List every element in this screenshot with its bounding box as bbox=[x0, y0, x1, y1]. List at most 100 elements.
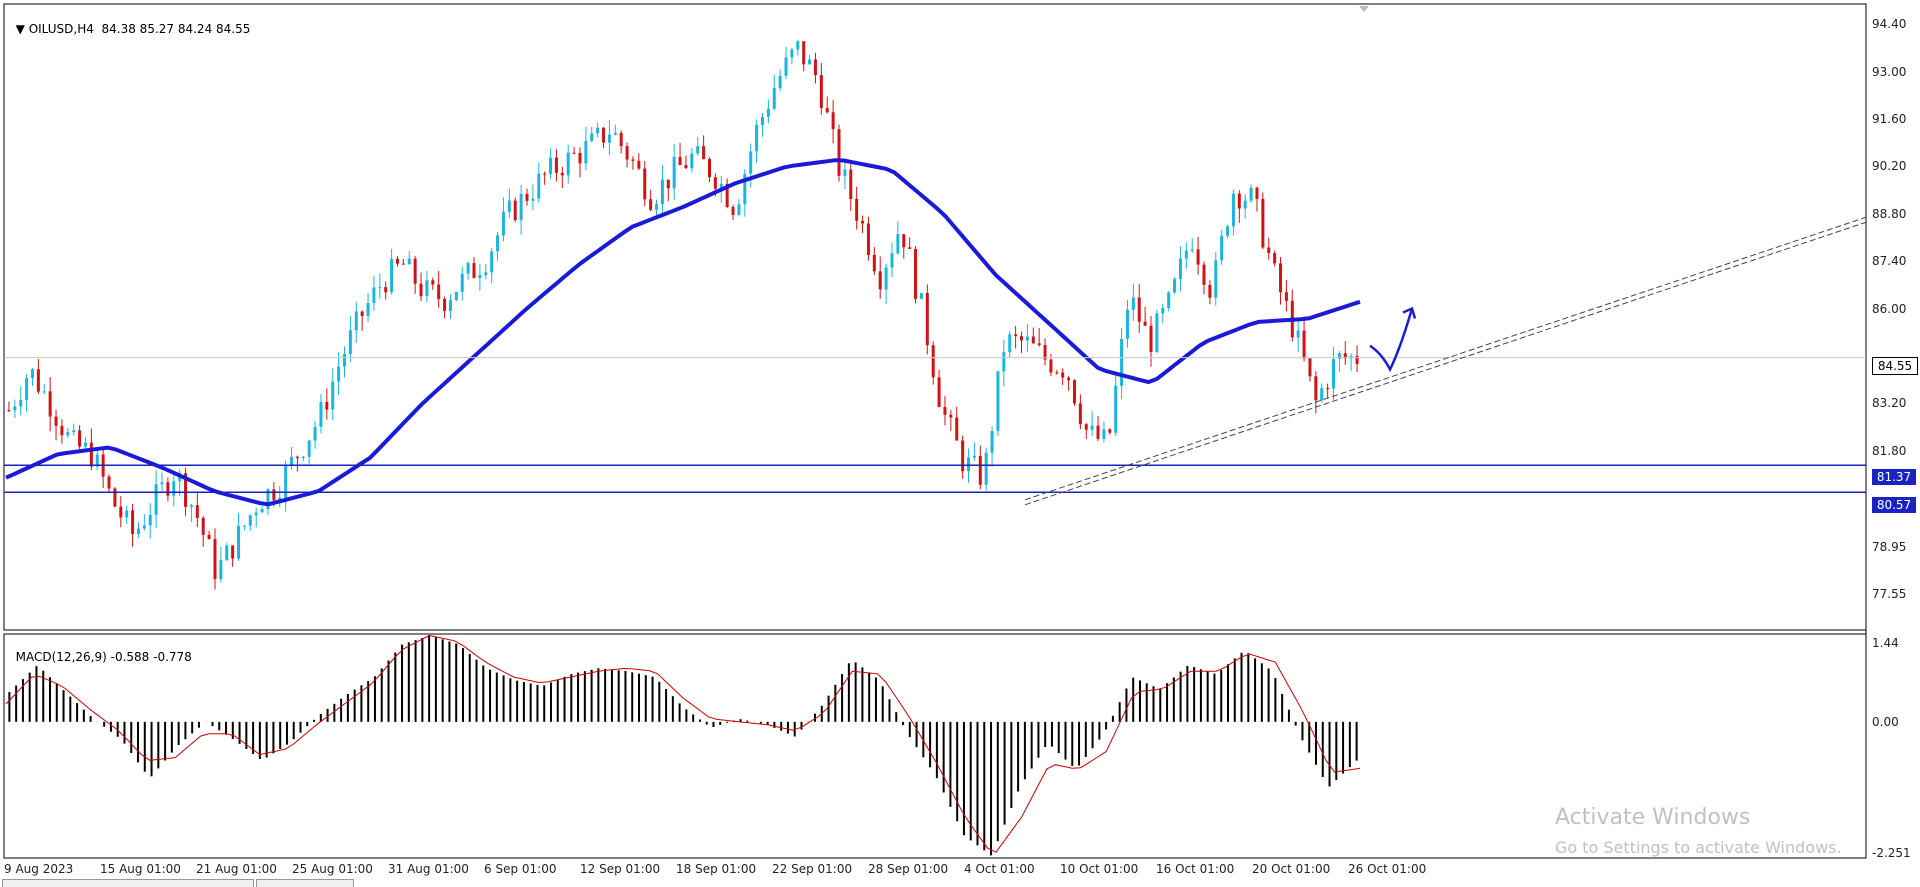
candle-body bbox=[549, 157, 553, 175]
candle-body bbox=[1178, 258, 1182, 280]
candle-body bbox=[348, 330, 352, 354]
candle-body bbox=[360, 311, 364, 317]
candle-body bbox=[1020, 336, 1023, 341]
collapse-triangle-icon[interactable]: ▼ bbox=[16, 22, 29, 36]
time-tick-label: 31 Aug 01:00 bbox=[388, 862, 469, 876]
candle-body bbox=[684, 164, 688, 169]
candle-body bbox=[1214, 260, 1218, 298]
candle-body bbox=[784, 57, 788, 76]
candle-body bbox=[760, 116, 764, 125]
time-tick-label: 6 Sep 01:00 bbox=[484, 862, 557, 876]
candle-body bbox=[1067, 377, 1071, 381]
candle-body bbox=[731, 206, 735, 215]
candle-body bbox=[819, 75, 823, 109]
level-tag-2: 80.57 bbox=[1872, 497, 1916, 513]
candle-body bbox=[448, 300, 452, 311]
candle-body bbox=[260, 509, 264, 513]
candle-body bbox=[119, 506, 123, 518]
symbol-label: OILUSD,H4 bbox=[28, 22, 94, 36]
candle-body bbox=[1002, 352, 1006, 372]
candle-body bbox=[313, 426, 317, 441]
candle-body bbox=[666, 179, 670, 189]
candle-body bbox=[961, 440, 965, 472]
candle-body bbox=[290, 456, 294, 466]
candle-body bbox=[160, 482, 164, 485]
price-tick-label: 90.20 bbox=[1872, 159, 1907, 174]
candle-body bbox=[1055, 372, 1059, 374]
candle-body bbox=[1243, 200, 1247, 209]
candle-body bbox=[1102, 429, 1106, 439]
candle-body bbox=[1084, 424, 1088, 430]
candle-body bbox=[501, 211, 505, 236]
price-tick-label: 91.60 bbox=[1872, 112, 1907, 127]
macd-header: MACD(12,26,9) -0.588 -0.778 bbox=[8, 636, 192, 664]
price-chart[interactable] bbox=[0, 0, 1920, 886]
candle-body bbox=[766, 108, 770, 117]
candle-body bbox=[919, 292, 923, 299]
candle-body bbox=[1061, 372, 1065, 378]
candle-body bbox=[131, 510, 135, 535]
time-tick-label: 22 Sep 01:00 bbox=[772, 862, 853, 876]
candle-body bbox=[737, 204, 741, 215]
candle-body bbox=[25, 378, 29, 400]
candle-body bbox=[1090, 425, 1094, 430]
time-tick-label: 9 Aug 2023 bbox=[4, 862, 74, 876]
candle-body bbox=[1025, 336, 1029, 341]
candle-body bbox=[42, 391, 46, 393]
candle-body bbox=[914, 248, 918, 299]
candle-body bbox=[219, 560, 223, 580]
price-tick-label: 78.95 bbox=[1872, 540, 1907, 555]
candle-body bbox=[272, 489, 276, 501]
symbol-header: ▼ OILUSD,H4 84.38 85.27 84.24 84.55 bbox=[8, 8, 251, 36]
price-tick-label: 83.20 bbox=[1872, 396, 1907, 411]
candle-body bbox=[584, 140, 588, 164]
macd-tick-label: 0.00 bbox=[1872, 714, 1899, 729]
candle-body bbox=[843, 169, 847, 176]
candle-body bbox=[778, 75, 782, 89]
candle-body bbox=[1008, 334, 1012, 353]
candle-body bbox=[60, 425, 64, 436]
candle-body bbox=[331, 381, 335, 410]
candle-body bbox=[878, 271, 882, 290]
candle-body bbox=[902, 234, 906, 248]
candle-body bbox=[1137, 297, 1141, 322]
candle-body bbox=[1326, 388, 1330, 390]
candle-body bbox=[802, 41, 806, 65]
candle-body bbox=[66, 432, 70, 436]
candle-body bbox=[519, 193, 523, 221]
candle-body bbox=[36, 369, 40, 392]
candle-body bbox=[437, 284, 441, 300]
macd-tick-label: 1.44 bbox=[1872, 636, 1899, 650]
candle-body bbox=[1072, 380, 1076, 404]
time-tick-label: 26 Oct 01:00 bbox=[1348, 862, 1427, 876]
candle-body bbox=[172, 481, 176, 496]
price-tick-label: 77.55 bbox=[1872, 587, 1907, 602]
candle-body bbox=[248, 515, 252, 526]
candle-body bbox=[578, 152, 582, 164]
candle-body bbox=[943, 406, 947, 415]
candle-body bbox=[213, 539, 217, 580]
macd-values: -0.588 -0.778 bbox=[110, 650, 192, 664]
candle-body bbox=[707, 159, 711, 178]
candle-body bbox=[1037, 343, 1041, 346]
candle-body bbox=[861, 220, 865, 224]
candle-body bbox=[996, 371, 1000, 431]
candle-body bbox=[755, 124, 759, 152]
candle-body bbox=[354, 311, 358, 331]
candle-body bbox=[625, 146, 629, 160]
candle-body bbox=[849, 169, 853, 199]
candle-body bbox=[1155, 313, 1159, 353]
candle-body bbox=[908, 247, 912, 249]
candle-body bbox=[713, 177, 717, 189]
candle-body bbox=[1332, 358, 1336, 389]
candle-body bbox=[1220, 235, 1224, 261]
candle-body bbox=[237, 525, 241, 559]
candle-body bbox=[378, 287, 382, 289]
candle-body bbox=[531, 198, 535, 201]
candle-body bbox=[1120, 338, 1124, 386]
candle-body bbox=[113, 488, 117, 507]
candle-body bbox=[525, 193, 529, 201]
candle-body bbox=[295, 456, 299, 459]
candle-body bbox=[478, 275, 482, 278]
candle-body bbox=[1296, 330, 1300, 338]
